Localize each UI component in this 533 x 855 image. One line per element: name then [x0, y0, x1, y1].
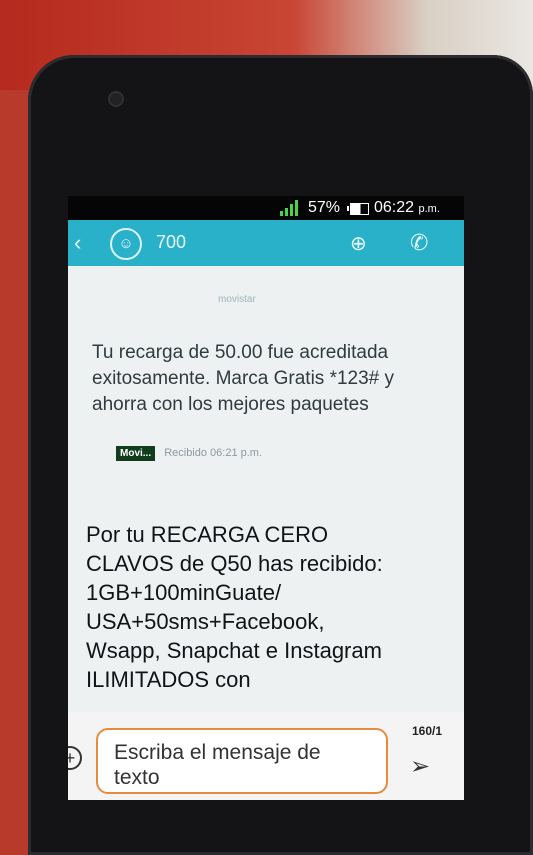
clock: 06:22 p.m. [374, 199, 440, 216]
phone-screen: 57% 06:22 p.m. ‹ ☺ 700 ⊕ ✆ movistar Tu r… [68, 196, 464, 800]
battery-icon [347, 203, 369, 215]
send-icon[interactable]: ➢ [410, 752, 430, 781]
carrier-tag: movistar [218, 294, 256, 305]
message-list[interactable]: movistar Tu recarga de 50.00 fue acredit… [68, 266, 464, 736]
message-meta: Movi... Recibido 06:21 p.m. [116, 446, 262, 464]
battery-percentage: 57% [308, 199, 341, 216]
conversation-header: ‹ ☺ 700 ⊕ ✆ [68, 220, 464, 266]
back-arrow-icon[interactable]: ‹ [74, 230, 81, 256]
message-text[interactable]: Por tu RECARGA CERO CLAVOS de Q50 has re… [86, 520, 396, 694]
char-counter: 160/1 [411, 724, 442, 738]
message-text[interactable]: Tu recarga de 50.00 fue acreditada exito… [92, 340, 422, 418]
camera-icon [110, 93, 122, 105]
message-input[interactable]: Escriba el mensaje de texto [96, 728, 388, 794]
avatar-icon[interactable]: ☺ [110, 228, 142, 260]
call-icon[interactable]: ✆ [410, 230, 428, 256]
carrier-logo: Movi... [116, 446, 156, 461]
contact-name: 700 [156, 232, 187, 252]
attach-icon[interactable]: ⊕ [350, 231, 367, 256]
received-time: Recibido 06:21 p.m. [164, 447, 263, 459]
composer-bar: 160/1 + Escriba el mensaje de texto ➢ [68, 712, 464, 800]
signal-icon [280, 200, 300, 216]
add-attachment-icon[interactable]: + [68, 746, 82, 770]
status-bar: 57% 06:22 p.m. [68, 196, 464, 220]
